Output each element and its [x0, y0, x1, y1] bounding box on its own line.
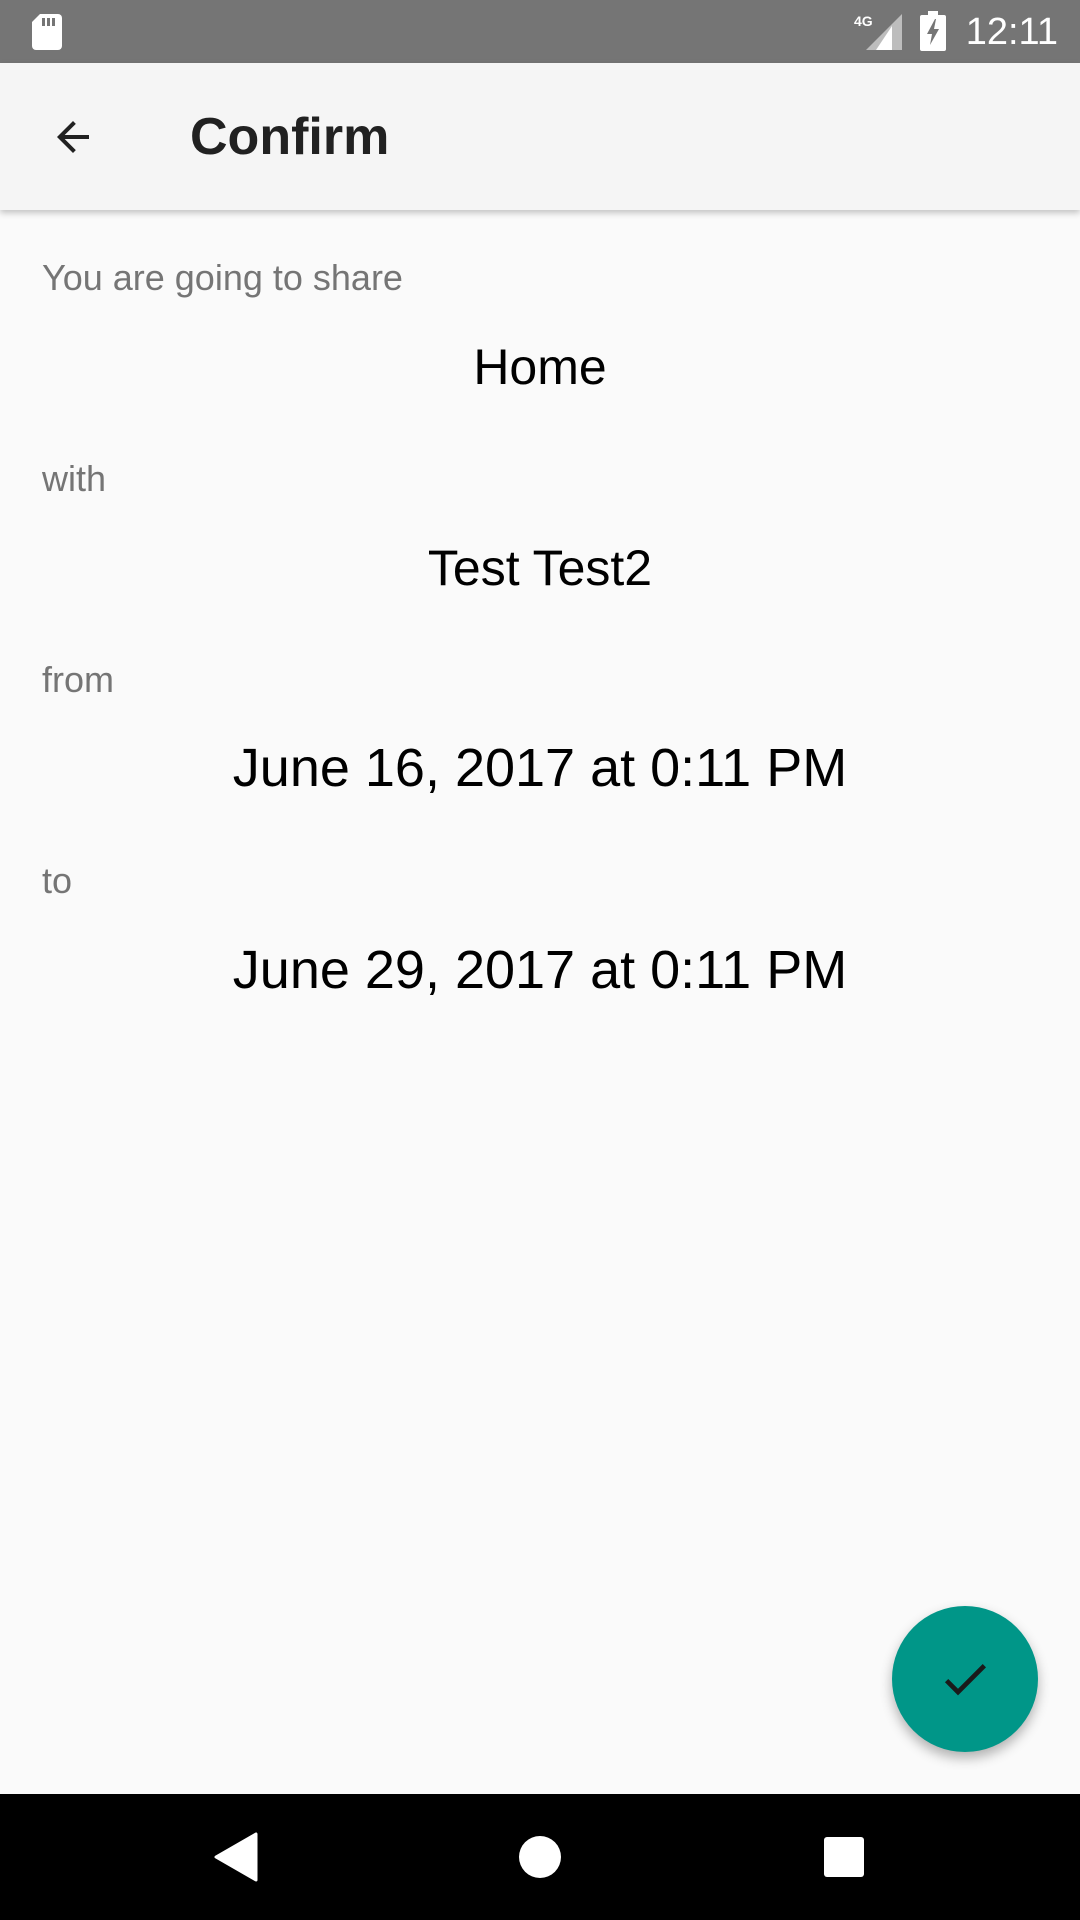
from-date: June 16, 2017 at 0:11 PM [232, 738, 848, 798]
network-type-label: 4G [854, 13, 873, 29]
navigation-bar [0, 1794, 1080, 1920]
circle-home-icon [519, 1836, 561, 1878]
confirm-fab-button[interactable] [892, 1606, 1038, 1752]
status-bar: 4G 12:11 [0, 0, 1080, 63]
nav-home-button[interactable] [460, 1794, 620, 1920]
square-recents-icon [824, 1837, 864, 1877]
intro-label: You are going to share [42, 257, 403, 298]
with-label: with [42, 458, 107, 499]
battery-charging-icon [920, 11, 946, 51]
shared-item: Home [473, 339, 607, 395]
status-time: 12:11 [965, 11, 1058, 53]
from-label: from [42, 659, 114, 700]
triangle-back-icon [214, 1832, 258, 1882]
to-label: to [42, 860, 73, 901]
screen: 4G 12:11 Confirm You are going to share … [0, 0, 1080, 1920]
recipient-name: Test Test2 [427, 540, 653, 596]
to-date: June 29, 2017 at 0:11 PM [232, 940, 848, 1000]
nav-back-button[interactable] [156, 1794, 316, 1920]
signal-4g-icon: 4G [854, 13, 902, 50]
sd-card-icon [32, 14, 62, 50]
arrow-back-icon [57, 121, 89, 153]
app-bar: Confirm [0, 63, 1080, 210]
check-icon [944, 1664, 986, 1696]
back-button[interactable] [28, 95, 118, 179]
nav-recents-button[interactable] [764, 1794, 924, 1920]
page-title: Confirm [190, 108, 390, 166]
